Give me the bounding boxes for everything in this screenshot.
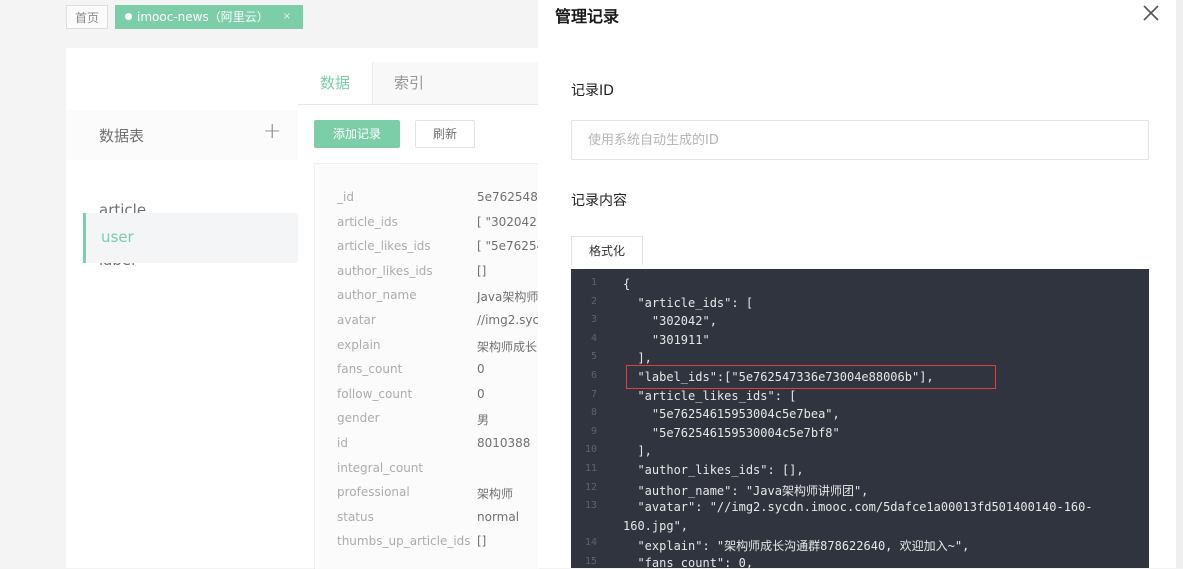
code-text: ],	[623, 351, 652, 366]
code-text: {	[623, 277, 631, 291]
code-text: "author_likes_ids": [],	[623, 463, 804, 477]
code-text: "author_name": "Java架构师讲师团",	[623, 483, 869, 498]
code-text: "explain": "架构师成长沟通群878622640, 欢迎加入~",	[623, 539, 970, 554]
line-number: 4	[590, 332, 597, 344]
code-text: 160.jpg",	[623, 518, 689, 533]
record-id-label: 记录ID	[571, 83, 614, 99]
code-text: "301911"	[623, 332, 710, 347]
line-number: 2	[590, 295, 597, 307]
record-id-input[interactable]	[571, 120, 1149, 160]
manage-record-drawer: 管理记录 记录ID 记录内容 格式化 1 {2 "article_ids": [ 3…	[538, 0, 1176, 568]
drawer-title: 管理记录	[555, 7, 620, 26]
code-text: "302042",	[623, 314, 717, 329]
line-number: 6	[590, 370, 597, 381]
line-number: 15	[584, 556, 597, 567]
format-button[interactable]: 格式化	[571, 236, 643, 265]
code-text: "label_ids":["5e762547336e73004e88006b"]…	[623, 370, 934, 384]
code-text: "article_ids": [	[623, 295, 754, 310]
line-number: 11	[584, 463, 597, 474]
record-content-label: 记录内容	[571, 193, 627, 209]
drawer-scroll-edge	[1176, 0, 1183, 568]
line-number: 5	[590, 351, 597, 363]
code-text: "5e762546159530004c5e7bf8"	[623, 425, 840, 440]
line-number: 10	[584, 444, 597, 456]
code-text: ],	[623, 444, 652, 459]
code-text: "avatar": "//img2.sycdn.imooc.com/5dafce…	[623, 500, 1093, 515]
line-number: 8	[590, 407, 597, 419]
modal-overlay[interactable]	[0, 0, 538, 568]
line-number: 12	[584, 481, 597, 493]
line-number: 1	[590, 277, 597, 288]
line-number: 7	[590, 388, 597, 400]
close-icon-glyph	[1143, 5, 1159, 21]
line-number: 3	[590, 314, 597, 326]
code-text: "article_likes_ids": [	[623, 388, 797, 403]
line-number: 14	[584, 537, 597, 549]
json-code-editor[interactable]: 1 {2 "article_ids": [ 3 "302042", 4 "301911…	[571, 269, 1149, 568]
code-text: "5e76254615953004c5e7bea",	[623, 407, 840, 422]
close-icon[interactable]	[1140, 2, 1162, 24]
code-text: "fans_count": 0,	[623, 556, 754, 568]
line-number: 9	[590, 425, 597, 437]
line-number: 13	[584, 500, 597, 512]
